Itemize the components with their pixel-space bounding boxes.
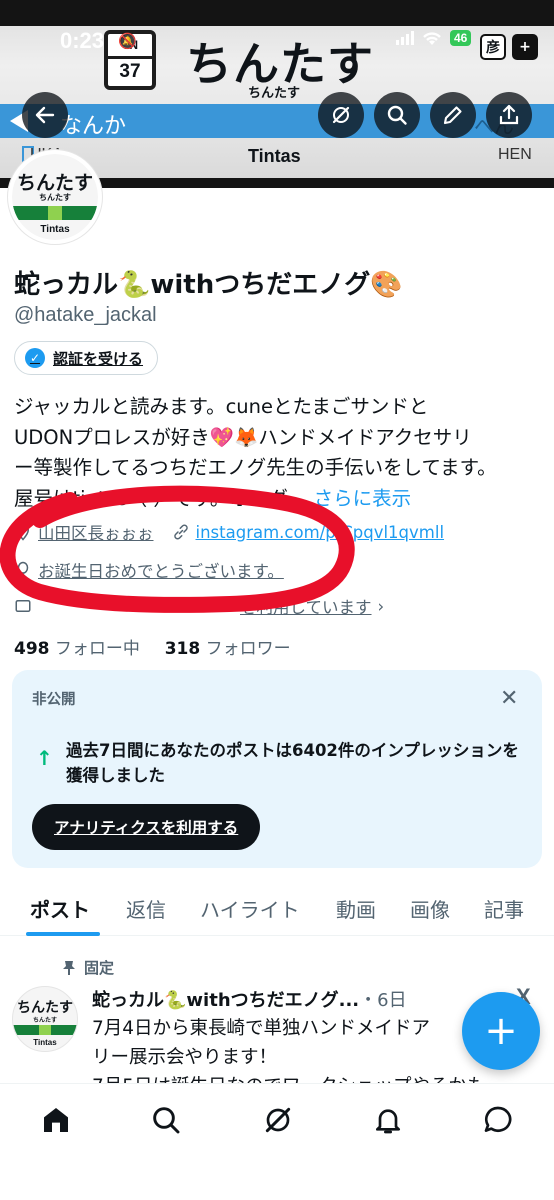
avatar-roman-text: Tintas [40, 224, 70, 235]
next-station-roman: HEN [498, 146, 532, 163]
profile-avatar[interactable]: ちんたす ちんたす Tintas [8, 150, 102, 244]
subscription-row[interactable]: を利用しています › [14, 594, 384, 618]
avatar-image: ちんたす ちんたす Tintas [12, 154, 98, 240]
bio-line: UDONプロレスが好き💖🦊ハンドメイドアクセサリ [14, 425, 472, 449]
chat-bubble-icon [484, 1106, 512, 1132]
followers-label[interactable]: フォロワー [206, 639, 291, 659]
share-button[interactable] [486, 92, 532, 138]
tab-photos[interactable]: 画像 [410, 894, 450, 923]
username-handle: @hatake_jackal [14, 304, 157, 326]
subscription-icon [15, 600, 31, 612]
grok-button[interactable] [318, 92, 364, 138]
bio-line-last: 屋号はtintas（ ）です。オーダ… さらに表示 [14, 484, 534, 515]
bottom-navigation [0, 1083, 554, 1200]
tab-articles[interactable]: 記事 [484, 894, 524, 923]
close-icon[interactable]: ✕ [500, 686, 518, 711]
get-verified-label: 認証を受ける [53, 349, 144, 368]
get-verified-button[interactable]: ✓ 認証を受ける [14, 341, 159, 375]
prev-station-name: なんか [60, 114, 127, 139]
bio-line: ジャッカルと読みます。cuneとたまごサンドと [14, 395, 429, 418]
avatar-sub-text: ちんたす [39, 193, 71, 202]
arrow-up-icon: ↑ [36, 746, 53, 770]
show-more-link[interactable]: さらに表示 [314, 487, 412, 510]
following-count[interactable]: 498 [14, 639, 50, 659]
birthday-text[interactable]: お誕生日おめでとうございます。 [38, 558, 284, 582]
tab-highlights[interactable]: ハイライト [200, 894, 300, 923]
battery-indicator: 46 [450, 30, 472, 46]
location-icon [16, 524, 30, 541]
nav-messages[interactable] [478, 1100, 518, 1140]
bio-line: 屋号はtintas（ ）です。オーダ… [14, 486, 308, 510]
analytics-private-card: 非公開 ✕ ↑ 過去7日間にあなたのポストは6402件のインプレッションを獲得し… [12, 670, 542, 868]
back-arrow-icon [35, 106, 55, 124]
home-icon [44, 1108, 68, 1132]
display-name: 蛇っカル🐍withつちだエノグ🎨 [14, 270, 403, 300]
station-roman: Tintas [248, 146, 301, 166]
station-number: 37 [119, 61, 141, 82]
status-time: 0:23 [60, 28, 105, 53]
location-text[interactable]: 山田区長ぉぉぉ [38, 520, 154, 544]
nav-grok[interactable] [258, 1100, 298, 1140]
bio-line: ー等製作してるつちだエノグ先生の手伝いをしてます。 [14, 456, 497, 479]
pinned-indicator: 固定 [62, 957, 114, 978]
birthday-row: お誕生日おめでとうございます。 [14, 558, 284, 582]
grok-icon [265, 1107, 291, 1133]
avatar-stripe [12, 206, 98, 220]
nav-home[interactable] [36, 1100, 76, 1140]
private-label: 非公開 [32, 692, 76, 708]
search-icon [387, 105, 407, 125]
post-avatar-main-text: ちんたす [17, 1000, 73, 1016]
following-label[interactable]: フォロー中 [55, 639, 140, 659]
pinned-label: 固定 [84, 959, 115, 977]
search-button[interactable] [374, 92, 420, 138]
tab-replies[interactable]: 返信 [126, 894, 166, 923]
nav-notifications[interactable] [368, 1100, 408, 1140]
post-author-avatar[interactable]: ちんたす ちんたす Tintas [12, 986, 78, 1052]
pin-icon [63, 960, 75, 975]
status-icons: 46 [396, 30, 472, 46]
post-time: ・6日 [359, 990, 407, 1011]
plus-icon: + [484, 1008, 518, 1054]
subscription-text[interactable]: を利用しています [240, 594, 372, 618]
active-tab-indicator [26, 932, 100, 936]
mute-icon: 🔕 [118, 32, 137, 50]
profile-meta-row: 山田区長ぉぉぉ instagram.com/p/Cpqvl1qvmll [14, 520, 444, 544]
analytics-button[interactable]: アナリティクスを利用する [32, 804, 261, 850]
compose-post-button[interactable]: + [462, 992, 540, 1070]
nav-explore[interactable] [146, 1100, 186, 1140]
post-avatar-roman-text: Tintas [33, 1038, 57, 1047]
avatar-main-text: ちんたす [16, 172, 93, 194]
post-header: 蛇っカル🐍withつちだエノグ...・6日 [92, 986, 407, 1012]
profile-tabs: ポスト 返信 ハイライト 動画 画像 記事 [0, 884, 554, 936]
post-avatar-sub-text: ちんたす [32, 1017, 57, 1024]
add-shortcut-icon[interactable]: + [512, 34, 538, 60]
banner-top-band [0, 0, 554, 26]
verified-badge-icon: ✓ [25, 348, 45, 368]
impressions-message: 過去7日間にあなたのポストは6402件のインプレッションを獲得しました [66, 741, 519, 785]
tab-videos[interactable]: 動画 [336, 894, 376, 923]
share-icon [499, 104, 519, 125]
back-button[interactable] [22, 92, 68, 138]
pencil-icon [443, 106, 462, 125]
app-shortcut-icon[interactable]: 彦 [480, 34, 506, 60]
wifi-icon [423, 31, 441, 45]
profile-bio: ジャッカルと読みます。cuneとたまごサンドと UDONプロレスが好き💖🦊ハンド… [14, 392, 534, 514]
followers-count[interactable]: 318 [165, 639, 201, 659]
profile-url-link[interactable]: instagram.com/p/Cpqvl1qvmll [196, 523, 445, 542]
post-avatar-stripe [13, 1025, 77, 1035]
post-author-name[interactable]: 蛇っカル🐍withつちだエノグ... [92, 990, 359, 1011]
station-reading: ちんたす [248, 86, 301, 101]
bell-icon [376, 1109, 400, 1134]
tab-posts[interactable]: ポスト [30, 894, 90, 923]
grok-icon [332, 106, 350, 124]
signal-icon [396, 31, 414, 45]
balloon-icon [17, 561, 29, 578]
follow-stats: 498 フォロー中 318 フォロワー [14, 634, 291, 659]
search-icon [153, 1107, 180, 1134]
edit-button[interactable] [430, 92, 476, 138]
chevron-right-icon: › [377, 596, 385, 616]
link-icon [173, 524, 188, 540]
